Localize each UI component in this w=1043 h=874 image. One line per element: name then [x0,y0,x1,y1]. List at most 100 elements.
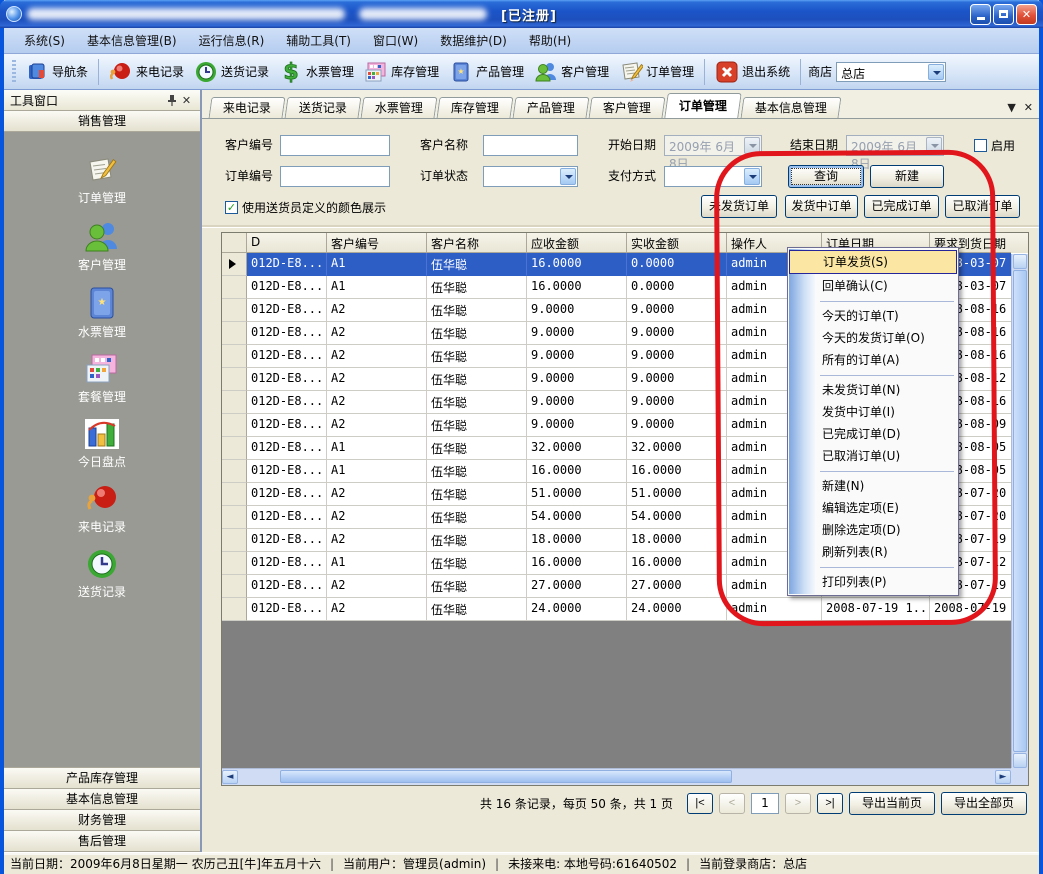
row-selector[interactable] [222,414,247,437]
cell-id[interactable]: 012D-E8... [247,575,327,598]
cell-customer-no[interactable]: A2 [327,506,427,529]
unshipped-orders-button[interactable]: 未发货订单 [701,195,777,218]
cell-received[interactable]: 16.0000 [627,460,727,483]
cell-id[interactable]: 012D-E8... [247,483,327,506]
sidebar-item-daily-check[interactable]: 今日盘点 [42,418,162,470]
context-menu-item[interactable]: 今天的发货订单(O) [789,327,957,349]
section-finance[interactable]: 财务管理 [4,810,200,831]
horizontal-scrollbar[interactable]: ◄ ► [222,768,1011,785]
cell-id[interactable]: 012D-E8... [247,552,327,575]
cell-received[interactable]: 27.0000 [627,575,727,598]
cell-operator[interactable]: admin [727,598,822,621]
cell-customer-no[interactable]: A2 [327,529,427,552]
row-selector[interactable] [222,506,247,529]
row-selector[interactable] [222,368,247,391]
row-selector[interactable] [222,322,247,345]
tab[interactable]: 水票管理 [361,97,438,118]
cell-receivable[interactable]: 54.0000 [527,506,627,529]
cell-received[interactable]: 9.0000 [627,391,727,414]
sidebar-item-customer[interactable]: 客户管理 [42,219,162,273]
horizontal-scroll-thumb[interactable] [280,770,732,783]
cell-receivable[interactable]: 24.0000 [527,598,627,621]
cell-customer-name[interactable]: 伍华聪 [427,322,527,345]
tab[interactable]: 产品管理 [513,97,590,118]
minimize-button[interactable] [970,4,991,25]
enable-checkbox[interactable]: 启用 [974,135,1015,156]
scroll-down-icon[interactable] [1013,753,1027,768]
cell-received[interactable]: 9.0000 [627,368,727,391]
pin-icon[interactable] [164,93,179,108]
cell-customer-name[interactable]: 伍华聪 [427,276,527,299]
cell-id[interactable]: 012D-E8... [247,253,327,276]
cell-id[interactable]: 012D-E8... [247,345,327,368]
menu-item[interactable]: 帮助(H) [519,29,581,52]
cell-receivable[interactable]: 9.0000 [527,299,627,322]
cell-receivable[interactable]: 32.0000 [527,437,627,460]
row-selector[interactable] [222,253,247,276]
row-selector[interactable] [222,276,247,299]
cell-id[interactable]: 012D-E8... [247,414,327,437]
menu-item[interactable]: 辅助工具(T) [276,29,361,52]
cell-received[interactable]: 16.0000 [627,552,727,575]
cell-received[interactable]: 54.0000 [627,506,727,529]
order-status-select[interactable] [483,166,578,187]
cell-customer-name[interactable]: 伍华聪 [427,299,527,322]
context-menu-item[interactable]: 删除选定项(D) [789,519,957,541]
row-selector[interactable] [222,391,247,414]
first-page-button[interactable]: |< [687,793,713,814]
cell-receivable[interactable]: 51.0000 [527,483,627,506]
cell-customer-no[interactable]: A1 [327,552,427,575]
cell-customer-name[interactable]: 伍华聪 [427,598,527,621]
row-selector[interactable] [222,552,247,575]
context-menu-item[interactable]: 刷新列表(R) [789,541,957,563]
nav-bar-button[interactable]: 导航条 [20,58,93,86]
cell-customer-no[interactable]: A2 [327,322,427,345]
cell-customer-no[interactable]: A2 [327,345,427,368]
cell-customer-name[interactable]: 伍华聪 [427,575,527,598]
menu-item[interactable]: 数据维护(D) [430,29,517,52]
cell-id[interactable]: 012D-E8... [247,299,327,322]
customer-name-input[interactable] [483,135,578,156]
cell-receivable[interactable]: 16.0000 [527,552,627,575]
cell-id[interactable]: 012D-E8... [247,437,327,460]
cell-received[interactable]: 32.0000 [627,437,727,460]
header-receivable[interactable]: 应收金额 [527,233,627,253]
cell-customer-name[interactable]: 伍华聪 [427,391,527,414]
tab[interactable]: 基本信息管理 [741,97,842,118]
tab[interactable]: 来电记录 [209,97,286,118]
delivery-log-button[interactable]: 送货记录 [189,58,274,86]
cell-customer-no[interactable]: A2 [327,598,427,621]
cell-required-date[interactable]: 2008-07-19 1... [930,598,1011,621]
cell-customer-no[interactable]: A2 [327,483,427,506]
start-date-picker[interactable]: 2009年 6月 8日 [664,135,762,156]
cell-id[interactable]: 012D-E8... [247,368,327,391]
cell-received[interactable]: 9.0000 [627,322,727,345]
menu-item[interactable]: 系统(S) [14,29,75,52]
shipping-orders-button[interactable]: 发货中订单 [785,195,858,218]
cell-receivable[interactable]: 18.0000 [527,529,627,552]
context-menu-item[interactable]: 未发货订单(N) [789,379,957,401]
context-menu-item[interactable]: 已完成订单(D) [789,423,957,445]
row-selector[interactable] [222,345,247,368]
maximize-button[interactable] [993,4,1014,25]
query-button[interactable]: 查询 [788,165,864,188]
product-button[interactable]: ★ 产品管理 [444,58,529,86]
table-row[interactable]: 012D-E8... A2 伍华聪 24.0000 24.0000 admin … [222,598,1028,621]
end-date-picker[interactable]: 2009年 6月 8日 [846,135,944,156]
vertical-scrollbar[interactable] [1011,254,1028,768]
cell-customer-no[interactable]: A1 [327,437,427,460]
cell-receivable[interactable]: 16.0000 [527,253,627,276]
completed-orders-button[interactable]: 已完成订单 [864,195,939,218]
cell-receivable[interactable]: 9.0000 [527,391,627,414]
cell-receivable[interactable]: 27.0000 [527,575,627,598]
cell-customer-name[interactable]: 伍华聪 [427,483,527,506]
row-selector[interactable] [222,598,247,621]
context-menu-item[interactable]: 已取消订单(U) [789,445,957,467]
export-all-pages-button[interactable]: 导出全部页 [941,792,1027,815]
cell-customer-name[interactable]: 伍华聪 [427,529,527,552]
menu-item[interactable]: 运行信息(R) [189,29,275,52]
cell-customer-no[interactable]: A1 [327,276,427,299]
tab[interactable]: 客户管理 [589,97,666,118]
customer-no-input[interactable] [280,135,390,156]
cell-customer-name[interactable]: 伍华聪 [427,506,527,529]
